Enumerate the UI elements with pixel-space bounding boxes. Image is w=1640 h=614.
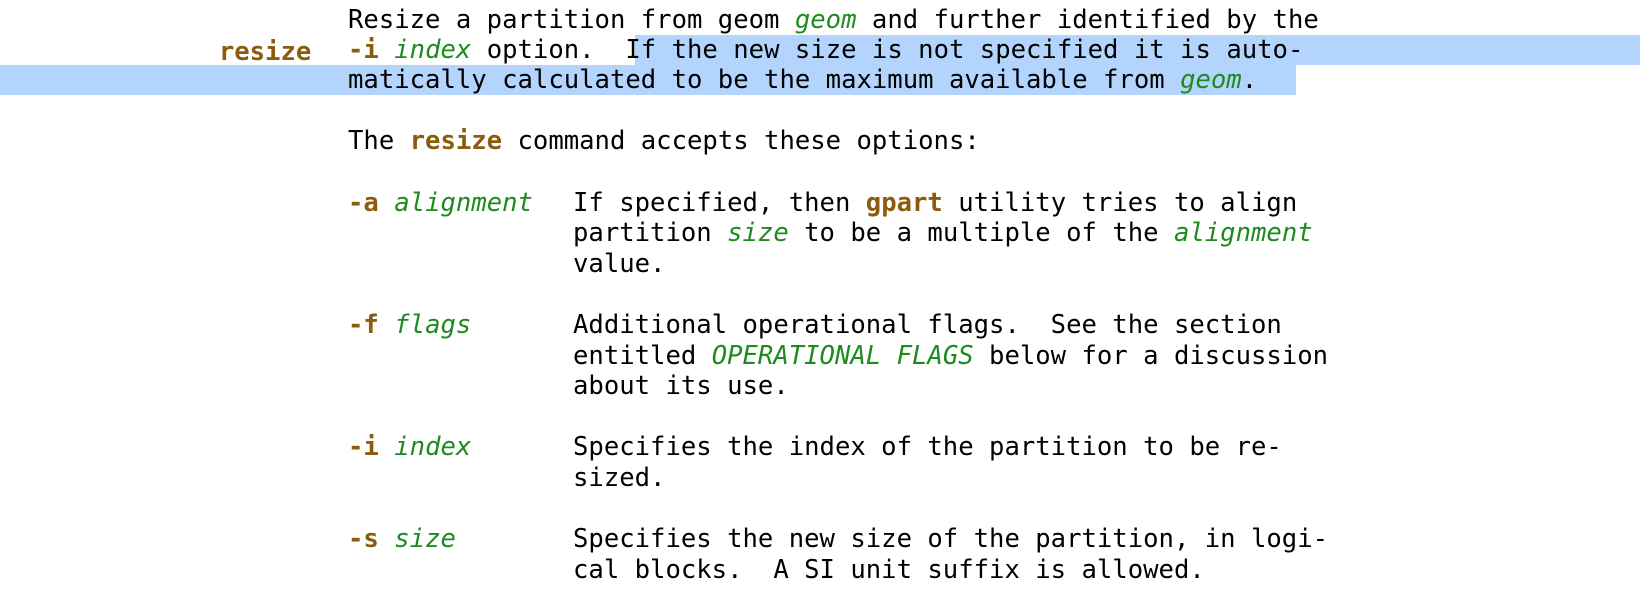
text: entitled — [573, 341, 712, 371]
argument-geom: geom — [1180, 65, 1242, 95]
option-s-term: -s size — [348, 523, 456, 555]
option-f-desc-1: Additional operational flags. See the se… — [573, 309, 1282, 341]
text: command accepts these options: — [502, 126, 980, 156]
description-line-3: matically calculated to be the maximum a… — [348, 64, 1257, 96]
flag-i: -i — [348, 35, 379, 65]
accepts-options-line: The resize command accepts these options… — [348, 125, 980, 157]
option-i-desc-2: sized. — [573, 462, 665, 494]
text: The — [348, 126, 410, 156]
option-f-desc-2: entitled OPERATIONAL FLAGS below for a d… — [573, 340, 1328, 372]
text: partition — [573, 218, 728, 248]
option-a-desc-2: partition size to be a multiple of the a… — [573, 217, 1313, 249]
selected-text: matically calculated to be the maximum a… — [348, 65, 1181, 95]
command-name-resize: resize — [188, 4, 311, 67]
flag-a: -a — [348, 188, 379, 218]
text: value. — [573, 249, 666, 279]
text: Specifies the new size of the partition,… — [573, 524, 1329, 554]
text: option. — [471, 35, 626, 65]
text — [379, 35, 394, 65]
argument-alignment: alignment — [394, 188, 533, 218]
argument-geom: geom — [794, 5, 857, 35]
text: utility tries to align — [942, 188, 1298, 218]
flag-i: -i — [348, 432, 379, 462]
text: cal blocks. A SI unit suffix is allowed. — [573, 555, 1205, 585]
flag-f: -f — [348, 310, 379, 340]
argument-index: index — [394, 432, 472, 462]
option-s-desc-1: Specifies the new size of the partition,… — [573, 523, 1328, 555]
command-resize: resize — [409, 126, 503, 156]
option-f-desc-3: about its use. — [573, 370, 789, 402]
text: Additional operational flags. See the se… — [573, 310, 1282, 340]
section-reference: OPERATIONAL FLAGS — [711, 341, 974, 371]
description-line-1: Resize a partition from geom geom and fu… — [348, 4, 1319, 36]
argument-index: index — [394, 35, 472, 65]
text: and further identified by the — [856, 5, 1319, 35]
argument-flags: flags — [394, 310, 472, 340]
argument-alignment: alignment — [1173, 218, 1313, 248]
selected-text: If the new size is not specified it is a… — [625, 35, 1304, 65]
option-f-term: -f flags — [348, 309, 471, 341]
option-i-term: -i index — [348, 431, 471, 463]
text: If specified, then — [573, 188, 866, 218]
text: below for a discussion — [973, 341, 1329, 371]
option-i-desc-1: Specifies the index of the partition to … — [573, 431, 1282, 463]
option-s-desc-2: cal blocks. A SI unit suffix is allowed. — [573, 554, 1205, 586]
text: Resize a partition from geom — [348, 5, 795, 35]
description-line-2: -i index option. If the new size is not … — [348, 34, 1303, 66]
selected-text: . — [1241, 65, 1258, 95]
argument-size: size — [394, 524, 456, 554]
utility-gpart: gpart — [865, 188, 943, 218]
text: to be a multiple of the — [788, 218, 1174, 248]
text: Specifies the index of the partition to … — [573, 432, 1282, 462]
option-a-desc-1: If specified, then gpart utility tries t… — [573, 187, 1297, 219]
text: about its use. — [573, 371, 789, 401]
option-a-term: -a alignment — [348, 187, 533, 219]
argument-size: size — [727, 218, 789, 248]
flag-s: -s — [348, 524, 379, 554]
command-label: resize — [218, 37, 312, 67]
text: sized. — [573, 463, 666, 493]
option-a-desc-3: value. — [573, 248, 665, 280]
